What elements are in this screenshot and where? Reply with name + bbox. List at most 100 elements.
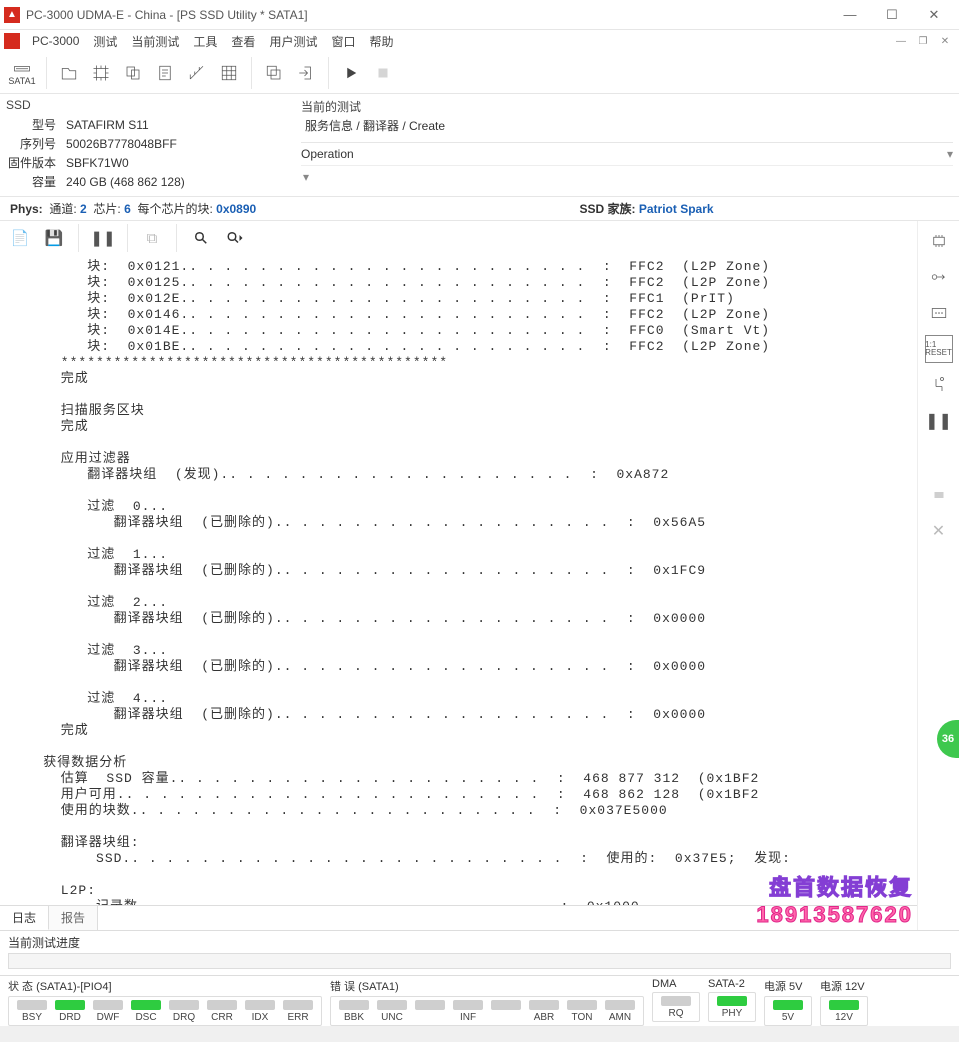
tab-report[interactable]: 报告 — [49, 906, 98, 930]
port-sata1-button[interactable]: SATA1 — [6, 55, 38, 91]
sidebar-transfer-icon[interactable] — [925, 263, 953, 291]
phys-ch-label: 通道: — [49, 202, 76, 216]
phys-blk-label: 每个芯片的块: — [137, 202, 212, 216]
menu-app-icon — [4, 33, 20, 49]
mdi-restore[interactable]: ❐ — [915, 33, 931, 49]
operation-expand-arrow[interactable]: ▾ — [301, 166, 311, 188]
sidebar-chip2-icon[interactable] — [925, 481, 953, 509]
ssd-fw-value: SBFK71W0 — [66, 154, 185, 171]
ssd-cap-value: 240 GB (468 862 128) — [66, 173, 185, 190]
find-next-icon[interactable] — [221, 224, 249, 252]
log-text[interactable]: 块: 0x0121.. . . . . . . . . . . . . . . … — [0, 255, 917, 905]
menu-bar: PC-3000 测试 当前测试 工具 查看 用户测试 窗口 帮助 — ❐ ✕ — [0, 30, 959, 52]
menu-window[interactable]: 窗口 — [325, 33, 361, 50]
window-titlebar: ▲ PC-3000 UDMA-E - China - [PS SSD Utili… — [0, 0, 959, 30]
progress-bar — [8, 953, 951, 969]
led-bbk: BBK — [344, 1012, 364, 1023]
sidebar-tools-icon[interactable]: ✕ — [925, 517, 953, 545]
mdi-minimize[interactable]: — — [893, 33, 909, 49]
phys-blk-value: 0x0890 — [216, 202, 256, 216]
operation-label: Operation — [301, 147, 354, 161]
ssd-serial-value: 50026B7778048BFF — [66, 135, 185, 152]
ssd-cap-label: 容量 — [8, 173, 64, 190]
phys-ch-value: 2 — [80, 202, 87, 216]
status-sata1-leds: BSY DRD DWF DSC DRQ CRR IDX ERR — [8, 996, 322, 1026]
stop-icon[interactable] — [369, 55, 397, 91]
led-ton: TON — [572, 1012, 593, 1023]
watermark-text2: 18913587620 — [756, 902, 913, 928]
sidebar-chip-icon[interactable] — [925, 227, 953, 255]
current-test-path: 服务信息 / 翻译器 / Create — [301, 115, 953, 136]
status-row: 状 态 (SATA1)-[PIO4] BSY DRD DWF DSC DRQ C… — [0, 975, 959, 1026]
pause-icon[interactable]: ❚❚ — [89, 224, 117, 252]
window-title: PC-3000 UDMA-E - China - [PS SSD Utility… — [26, 8, 829, 22]
menu-pc3000[interactable]: PC-3000 — [26, 34, 85, 48]
status-err-leds: BBK UNC INF ABR TON AMN — [330, 996, 644, 1026]
led-bsy: BSY — [22, 1012, 42, 1023]
log-area: 📄 💾 ❚❚ ⧉ 块: 0x0121.. . . . . . . . . . .… — [0, 221, 917, 930]
led-phy: PHY — [722, 1008, 743, 1019]
menu-current-test[interactable]: 当前测试 — [125, 33, 185, 50]
led-drd: DRD — [59, 1012, 81, 1023]
right-sidebar: 1:1RESET ❚❚ ✕ — [917, 221, 959, 930]
led-12v: 12V — [835, 1012, 853, 1023]
sidebar-power-icon[interactable] — [925, 371, 953, 399]
chip-icon[interactable] — [87, 55, 115, 91]
page-icon[interactable] — [151, 55, 179, 91]
info-row: SSD 型号SATAFIRM S11 序列号50026B7778048BFF 固… — [0, 94, 959, 197]
led-rq: RQ — [669, 1008, 684, 1019]
copy2-icon[interactable]: ⧉ — [138, 224, 166, 252]
led-crr: CRR — [211, 1012, 233, 1023]
led-dsc: DSC — [135, 1012, 156, 1023]
sidebar-board-icon[interactable] — [925, 299, 953, 327]
menu-tools[interactable]: 工具 — [187, 33, 223, 50]
ssd-info-box: SSD 型号SATAFIRM S11 序列号50026B7778048BFF 固… — [0, 94, 295, 196]
progress-label: 当前测试进度 — [8, 934, 951, 951]
copy-icon[interactable] — [119, 55, 147, 91]
status-sata2-label: SATA-2 — [708, 978, 756, 990]
led-err: ERR — [287, 1012, 308, 1023]
ssd-model-value: SATAFIRM S11 — [66, 116, 185, 133]
close-button[interactable]: ✕ — [913, 0, 955, 30]
status-p5-label: 电源 5V — [764, 978, 812, 994]
led-dwf: DWF — [97, 1012, 120, 1023]
find-icon[interactable] — [187, 224, 215, 252]
phys-chip-label: 芯片: — [93, 202, 120, 216]
sidebar-reset-icon[interactable]: 1:1RESET — [925, 335, 953, 363]
new-icon[interactable]: 📄 — [6, 224, 34, 252]
status-dma-label: DMA — [652, 978, 700, 990]
tab-log[interactable]: 日志 — [0, 906, 49, 930]
maximize-button[interactable]: ☐ — [871, 0, 913, 30]
phys-bar: Phys: 通道: 2 芯片: 6 每个芯片的块: 0x0890 SSD 家族:… — [0, 197, 959, 221]
stack-icon[interactable] — [260, 55, 288, 91]
log-toolbar: 📄 💾 ❚❚ ⧉ — [0, 221, 917, 255]
ssd-model-label: 型号 — [8, 116, 64, 133]
mdi-close[interactable]: ✕ — [937, 33, 953, 49]
exit-icon[interactable] — [292, 55, 320, 91]
status-sata1-label: 状 态 (SATA1)-[PIO4] — [8, 978, 322, 994]
ruler-icon[interactable] — [183, 55, 211, 91]
ssd-header: SSD — [6, 98, 289, 112]
menu-help[interactable]: 帮助 — [363, 33, 399, 50]
menu-user-test[interactable]: 用户测试 — [263, 33, 323, 50]
led-amn: AMN — [609, 1012, 631, 1023]
save-icon[interactable]: 💾 — [40, 224, 68, 252]
menu-test[interactable]: 测试 — [87, 33, 123, 50]
phys-chip-value: 6 — [124, 202, 131, 216]
open-icon[interactable] — [55, 55, 83, 91]
sidebar-pause-icon[interactable]: ❚❚ — [925, 407, 953, 435]
led-5v: 5V — [782, 1012, 794, 1023]
status-err-label: 错 误 (SATA1) — [330, 978, 644, 994]
app-icon: ▲ — [4, 7, 20, 23]
phys-label: Phys: — [10, 202, 43, 216]
menu-view[interactable]: 查看 — [225, 33, 261, 50]
play-icon[interactable] — [337, 55, 365, 91]
main-toolbar: SATA1 — [0, 52, 959, 94]
ssd-serial-label: 序列号 — [8, 135, 64, 152]
grid-icon[interactable] — [215, 55, 243, 91]
operation-dropdown-arrow[interactable]: ▾ — [947, 147, 953, 161]
led-unc: UNC — [381, 1012, 403, 1023]
minimize-button[interactable]: — — [829, 0, 871, 30]
led-idx: IDX — [252, 1012, 269, 1023]
status-p12-label: 电源 12V — [820, 978, 868, 994]
